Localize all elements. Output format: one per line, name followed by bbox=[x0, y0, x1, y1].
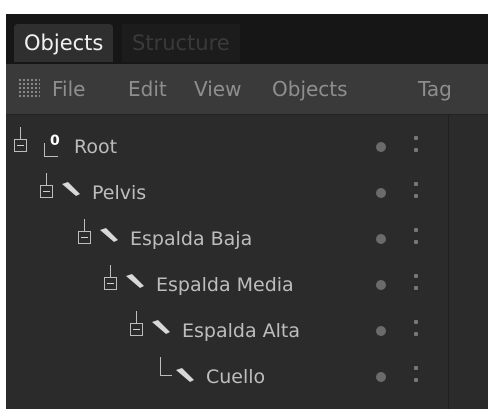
render-toggle[interactable] bbox=[414, 182, 418, 186]
column-divider bbox=[448, 115, 449, 409]
tree-row-root[interactable]: 0 Root bbox=[6, 127, 448, 173]
bone-icon bbox=[100, 228, 118, 242]
editor-toggle[interactable] bbox=[414, 378, 418, 382]
visibility-dot[interactable] bbox=[376, 234, 386, 244]
object-name[interactable]: Espalda Media bbox=[156, 274, 294, 296]
editor-toggle[interactable] bbox=[414, 332, 418, 336]
tree-line bbox=[46, 173, 47, 185]
render-toggle[interactable] bbox=[414, 274, 418, 278]
editor-toggle[interactable] bbox=[414, 240, 418, 244]
editor-toggle[interactable] bbox=[414, 194, 418, 198]
menu-edit[interactable]: Edit bbox=[128, 64, 167, 114]
visibility-dot[interactable] bbox=[376, 142, 386, 152]
object-manager-panel: Objects Structure File Edit View Objects… bbox=[6, 14, 488, 409]
object-name[interactable]: Cuello bbox=[206, 366, 265, 388]
tab-objects[interactable]: Objects bbox=[14, 24, 114, 62]
bone-icon bbox=[176, 368, 194, 382]
tree-line bbox=[110, 265, 111, 277]
render-toggle[interactable] bbox=[414, 228, 418, 232]
tree-line bbox=[136, 311, 137, 323]
null-icon-base bbox=[44, 156, 58, 157]
object-tree: 0 Root Pelvis Espalda Baja Espalda Media… bbox=[6, 115, 488, 409]
tree-row-espalda-media[interactable]: Espalda Media bbox=[6, 265, 448, 311]
collapse-icon[interactable] bbox=[40, 185, 53, 198]
menu-bar: File Edit View Objects Tag bbox=[6, 64, 488, 115]
collapse-icon[interactable] bbox=[14, 139, 27, 152]
bone-icon bbox=[62, 182, 80, 196]
render-toggle[interactable] bbox=[414, 136, 418, 140]
tab-structure[interactable]: Structure bbox=[122, 24, 240, 62]
tree-line bbox=[20, 127, 21, 139]
tree-row-pelvis[interactable]: Pelvis bbox=[6, 173, 448, 219]
object-name[interactable]: Pelvis bbox=[92, 182, 146, 204]
tree-row-cuello[interactable]: Cuello bbox=[6, 357, 448, 403]
null-object-icon: 0 bbox=[50, 133, 60, 149]
menu-objects[interactable]: Objects bbox=[272, 64, 348, 114]
object-name[interactable]: Espalda Baja bbox=[130, 228, 252, 250]
null-icon bbox=[44, 143, 45, 157]
tree-line bbox=[160, 357, 161, 375]
collapse-icon[interactable] bbox=[104, 277, 117, 290]
grip-icon[interactable] bbox=[18, 78, 40, 98]
tree-line bbox=[84, 219, 85, 231]
collapse-icon[interactable] bbox=[78, 231, 91, 244]
visibility-dot[interactable] bbox=[376, 188, 386, 198]
bone-icon bbox=[152, 320, 170, 334]
tree-line-branch bbox=[160, 375, 172, 376]
object-name[interactable]: Root bbox=[74, 136, 117, 158]
menu-view[interactable]: View bbox=[194, 64, 241, 114]
visibility-dot[interactable] bbox=[376, 372, 386, 382]
tree-row-espalda-baja[interactable]: Espalda Baja bbox=[6, 219, 448, 265]
bone-icon bbox=[126, 274, 144, 288]
tree-row-espalda-alta[interactable]: Espalda Alta bbox=[6, 311, 448, 357]
editor-toggle[interactable] bbox=[414, 286, 418, 290]
visibility-dot[interactable] bbox=[376, 326, 386, 336]
render-toggle[interactable] bbox=[414, 366, 418, 370]
visibility-dot[interactable] bbox=[376, 280, 386, 290]
tab-bar: Objects Structure bbox=[6, 14, 488, 64]
collapse-icon[interactable] bbox=[130, 323, 143, 336]
menu-tag[interactable]: Tag bbox=[418, 64, 452, 114]
editor-toggle[interactable] bbox=[414, 148, 418, 152]
object-name[interactable]: Espalda Alta bbox=[182, 320, 300, 342]
render-toggle[interactable] bbox=[414, 320, 418, 324]
menu-file[interactable]: File bbox=[52, 64, 85, 114]
